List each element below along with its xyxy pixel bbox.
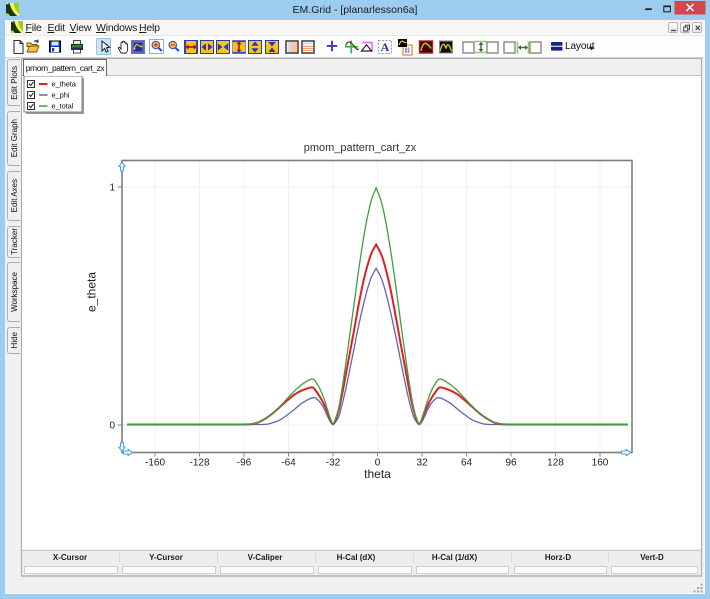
svg-text:e_phi: e_phi — [52, 91, 70, 100]
svg-text:64: 64 — [461, 458, 473, 469]
svg-text:pmom_pattern_cart_zx: pmom_pattern_cart_zx — [304, 142, 417, 154]
svg-text:0: 0 — [109, 421, 115, 432]
svg-text:theta: theta — [364, 467, 391, 481]
svg-text:-96: -96 — [237, 458, 252, 469]
svg-text:32: 32 — [416, 458, 428, 469]
svg-text:1: 1 — [109, 183, 115, 194]
svg-text:e_theta: e_theta — [52, 80, 77, 89]
svg-text:160: 160 — [592, 458, 609, 469]
svg-text:-160: -160 — [145, 458, 165, 469]
svg-text:e_theta: e_theta — [85, 272, 99, 312]
svg-text:-64: -64 — [281, 458, 296, 469]
svg-text:128: 128 — [547, 458, 564, 469]
svg-text:-128: -128 — [189, 458, 209, 469]
svg-text:-32: -32 — [326, 458, 341, 469]
svg-text:e_total: e_total — [52, 102, 74, 111]
svg-text:96: 96 — [505, 458, 517, 469]
